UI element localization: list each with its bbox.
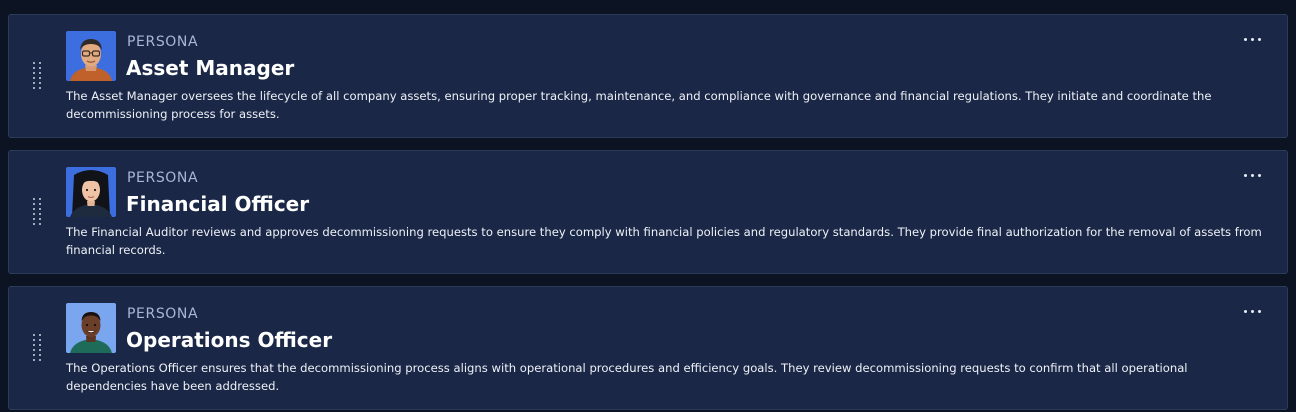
avatar-older-man-glasses-icon bbox=[66, 31, 116, 81]
persona-card[interactable]: PERSONA Financial Officer The Financial … bbox=[8, 150, 1288, 274]
persona-name: Asset Manager bbox=[126, 56, 295, 80]
drag-handle-icon[interactable] bbox=[33, 198, 43, 226]
avatar bbox=[66, 167, 116, 217]
persona-name: Operations Officer bbox=[126, 328, 333, 352]
avatar-woman-black-hair-icon bbox=[66, 167, 116, 217]
more-horizontal-icon[interactable] bbox=[1242, 301, 1264, 321]
drag-handle-icon[interactable] bbox=[33, 62, 43, 90]
persona-card[interactable]: PERSONA Asset Manager The Asset Manager … bbox=[8, 14, 1288, 138]
more-horizontal-icon[interactable] bbox=[1242, 165, 1264, 185]
persona-eyebrow: PERSONA bbox=[127, 34, 199, 50]
persona-card[interactable]: PERSONA Operations Officer The Operation… bbox=[8, 286, 1288, 410]
persona-description: The Operations Officer ensures that the … bbox=[66, 361, 1188, 393]
persona-eyebrow: PERSONA bbox=[127, 306, 199, 322]
more-horizontal-icon[interactable] bbox=[1242, 29, 1264, 49]
persona-eyebrow: PERSONA bbox=[127, 170, 199, 186]
persona-description: The Asset Manager oversees the lifecycle… bbox=[66, 89, 1212, 121]
drag-handle-icon[interactable] bbox=[33, 334, 43, 362]
persona-name: Financial Officer bbox=[126, 192, 310, 216]
avatar bbox=[66, 303, 116, 353]
avatar bbox=[66, 31, 116, 81]
persona-list: PERSONA Asset Manager The Asset Manager … bbox=[8, 14, 1288, 410]
persona-description: The Financial Auditor reviews and approv… bbox=[66, 225, 1262, 257]
avatar-young-man-icon bbox=[66, 303, 116, 353]
